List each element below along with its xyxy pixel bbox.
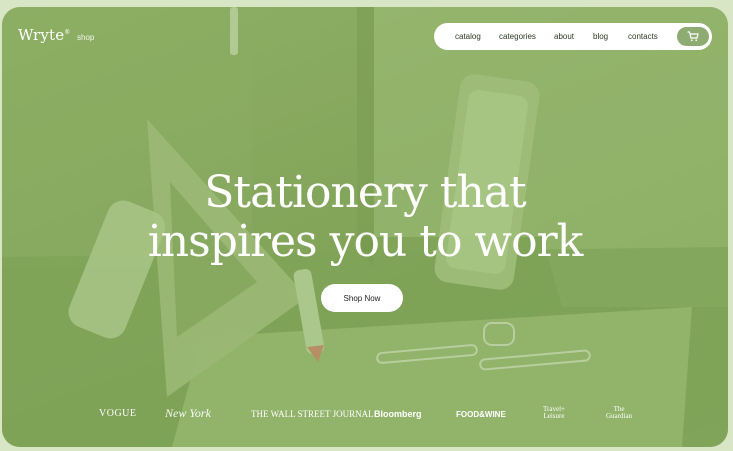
nav-item-catalog[interactable]: catalog	[455, 32, 481, 41]
hero-section: Wryte® shop catalog categories about blo…	[2, 7, 728, 447]
cart-button[interactable]	[677, 27, 709, 46]
brand-name: Wryte	[18, 26, 65, 44]
press-logo-food-wine: FOOD&WINE	[456, 410, 506, 419]
hero-title-line-1: Stationery that	[204, 167, 527, 218]
shop-link[interactable]: shop	[77, 33, 94, 42]
shop-now-button[interactable]: Shop Now	[321, 284, 403, 312]
nav-item-categories[interactable]: categories	[499, 32, 536, 41]
brand-logo[interactable]: Wryte®	[18, 26, 71, 44]
press-logo-travel-line2: Leisure	[543, 412, 565, 420]
nav-item-contacts[interactable]: contacts	[628, 32, 658, 41]
brand-registered-mark: ®	[64, 29, 71, 36]
hero-title-line-2: inspires you to work	[147, 216, 584, 267]
press-logo-wsj: THE WALL STREET JOURNAL	[251, 409, 374, 419]
press-logo-travel-leisure: Travel+ Leisure	[543, 406, 565, 420]
press-logo-vogue: VOGUE	[99, 408, 137, 419]
nav-item-blog[interactable]: blog	[593, 32, 608, 41]
press-logo-bloomberg: Bloomberg	[374, 409, 422, 419]
cart-icon	[687, 31, 699, 42]
press-logo-guardian-line2: Guardian	[606, 412, 633, 420]
top-navigation: catalog categories about blog contacts	[434, 23, 712, 50]
press-logo-guardian: The Guardian	[606, 406, 632, 420]
nav-item-about[interactable]: about	[554, 32, 574, 41]
press-logo-new-york: New York	[165, 406, 211, 420]
